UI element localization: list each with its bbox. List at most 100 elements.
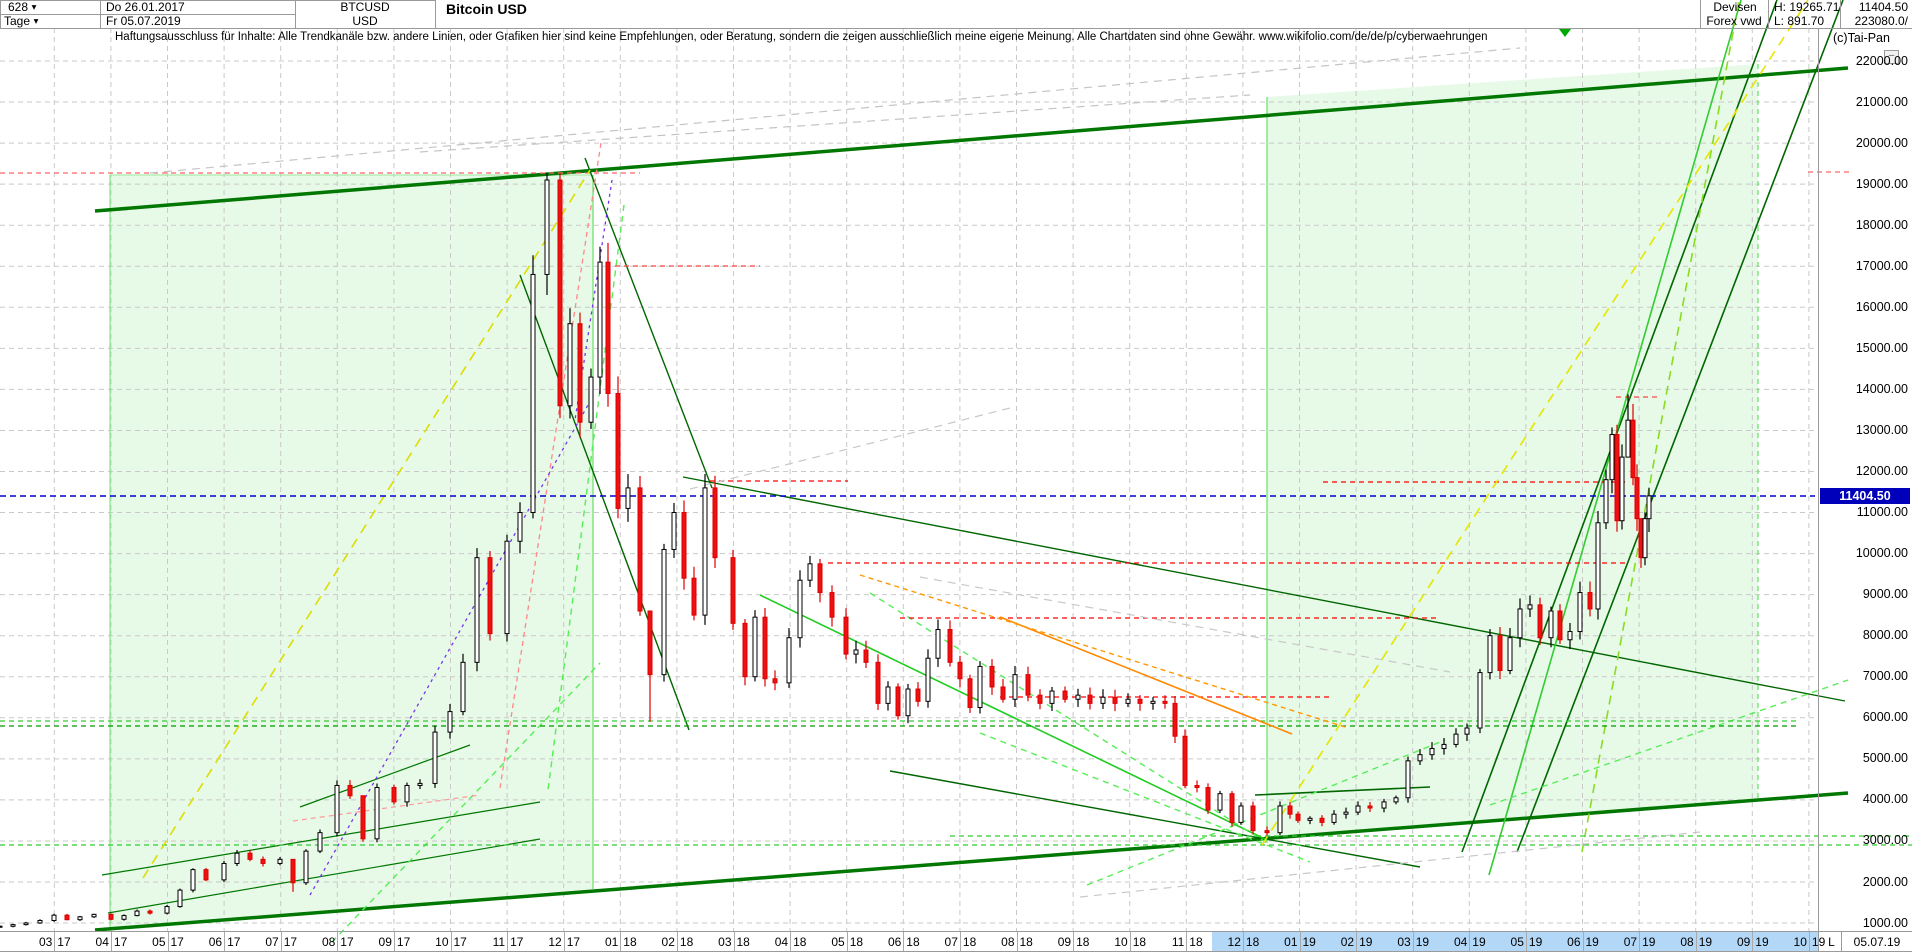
y-axis-label: 21000.00 [1822, 95, 1908, 110]
x-axis-label-year: 17 [171, 935, 193, 949]
y-axis-label: 13000.00 [1822, 423, 1908, 438]
header-sep [1768, 0, 1769, 28]
x-axis-label-year: 19 [1359, 935, 1381, 949]
axis-sep [1841, 932, 1842, 952]
header-sep [0, 0, 1, 28]
x-tick [224, 932, 225, 952]
bars-count-value: 628 [8, 0, 28, 14]
x-tick [54, 932, 55, 952]
x-tick [677, 932, 678, 952]
x-axis-label-year: 17 [454, 935, 476, 949]
y-axis-label: 3000.00 [1822, 833, 1908, 848]
x-tick [1356, 932, 1357, 952]
x-axis-label-year: 17 [567, 935, 589, 949]
instrument-title: Bitcoin USD [446, 2, 527, 16]
date-from: Do 26.01.2017 [106, 0, 185, 14]
feed-source: Forex vwd [1702, 14, 1766, 28]
y-axis-label: 9000.00 [1822, 587, 1908, 602]
x-axis-label-year: 17 [510, 935, 532, 949]
x-axis-label-year: 19 [1755, 935, 1777, 949]
x-axis-label-year: 17 [114, 935, 136, 949]
x-axis-label-year: 19 [1472, 935, 1494, 949]
x-tick [960, 932, 961, 952]
x-axis-label-month: 10 [1106, 935, 1128, 949]
x-axis-label-month: 03 [1389, 935, 1411, 949]
x-axis-label-year: 17 [340, 935, 362, 949]
feed-name: Devisen [1706, 0, 1764, 14]
y-axis-label: 4000.00 [1822, 792, 1908, 807]
header-sep [1700, 0, 1701, 28]
x-axis-label-month: 09 [370, 935, 392, 949]
x-tick [111, 932, 112, 952]
x-axis-label-month: 11 [483, 935, 505, 949]
x-axis-label-month: 08 [1672, 935, 1694, 949]
y-axis-label: 17000.00 [1822, 259, 1908, 274]
y-axis-label: 6000.00 [1822, 710, 1908, 725]
x-axis-label-year: 19 [1586, 935, 1608, 949]
x-axis-label-year: 18 [850, 935, 872, 949]
x-axis-label-year: 18 [1189, 935, 1211, 949]
x-axis-label-month: 10 [1785, 935, 1807, 949]
x-tick [168, 932, 169, 952]
x-tick [1639, 932, 1640, 952]
y-axis-label: 2000.00 [1822, 875, 1908, 890]
x-tick [790, 932, 791, 952]
y-axis-label: 19000.00 [1822, 177, 1908, 192]
x-tick [1583, 932, 1584, 952]
x-tick [281, 932, 282, 952]
x-axis-label-month: 06 [879, 935, 901, 949]
y-axis-label: 14000.00 [1822, 382, 1908, 397]
x-tick [1696, 932, 1697, 952]
y-axis-label: 5000.00 [1822, 751, 1908, 766]
copyright-label: (c)Tai-Pan [1833, 31, 1890, 45]
chart-window: 628 ▾ Tage ▾ Do 26.01.2017 Fr 05.07.2019… [0, 0, 1912, 952]
x-axis-label-month: 09 [1728, 935, 1750, 949]
x-axis-label-month: 04 [87, 935, 109, 949]
x-axis-label-month: 08 [993, 935, 1015, 949]
y-axis-label: 12000.00 [1822, 464, 1908, 479]
x-tick [1469, 932, 1470, 952]
x-tick [1752, 932, 1753, 952]
x-axis-label-month: 10 [427, 935, 449, 949]
currency-label: USD [300, 14, 430, 28]
x-axis-label-year: 19 [1416, 935, 1438, 949]
period-dropdown[interactable]: Tage ▾ [4, 14, 39, 28]
x-tick [1300, 932, 1301, 952]
chevron-down-icon: ▾ [34, 15, 39, 26]
x-axis-label-year: 18 [1020, 935, 1042, 949]
x-axis-label-year: 18 [1076, 935, 1098, 949]
x-axis-label-year: 18 [737, 935, 759, 949]
header-sep [1840, 0, 1841, 28]
x-tick [847, 932, 848, 952]
header-sep [100, 0, 101, 28]
x-axis-label-year: 19 [1642, 935, 1664, 949]
y-axis-label: 1000.00 [1822, 916, 1908, 931]
x-axis-label-month: 05 [823, 935, 845, 949]
x-axis-label-year: 17 [397, 935, 419, 949]
x-axis-label-year: 17 [227, 935, 249, 949]
header-bottom-border [0, 28, 1912, 29]
period-value: Tage [4, 14, 30, 28]
x-axis-label-year: 19 [1303, 935, 1325, 949]
low-value: L: 891.70 [1774, 14, 1824, 28]
volume-value: 223080.0/ [1846, 14, 1908, 28]
chart-canvas[interactable] [0, 0, 1912, 952]
high-value: H: 19265.71 [1774, 0, 1839, 14]
x-axis-label-month: 07 [936, 935, 958, 949]
markers [1559, 29, 1571, 37]
x-axis-label-month: 03 [710, 935, 732, 949]
x-axis-label-year: 18 [793, 935, 815, 949]
x-axis-label-month: 08 [313, 935, 335, 949]
last-price-value: 11404.50 [1846, 0, 1908, 14]
x-tick [1073, 932, 1074, 952]
bars-count-dropdown[interactable]: 628 ▾ [8, 0, 37, 14]
x-axis-label-month: 12 [1219, 935, 1241, 949]
y-axis-label: 20000.00 [1822, 136, 1908, 151]
x-axis-label-month: 03 [30, 935, 52, 949]
x-axis-label-year: 18 [680, 935, 702, 949]
x-axis-label-month: 11 [1162, 935, 1184, 949]
y-axis-label: 22000.00 [1822, 54, 1908, 69]
x-tick [620, 932, 621, 952]
x-tick [337, 932, 338, 952]
x-axis-label-year: 18 [623, 935, 645, 949]
